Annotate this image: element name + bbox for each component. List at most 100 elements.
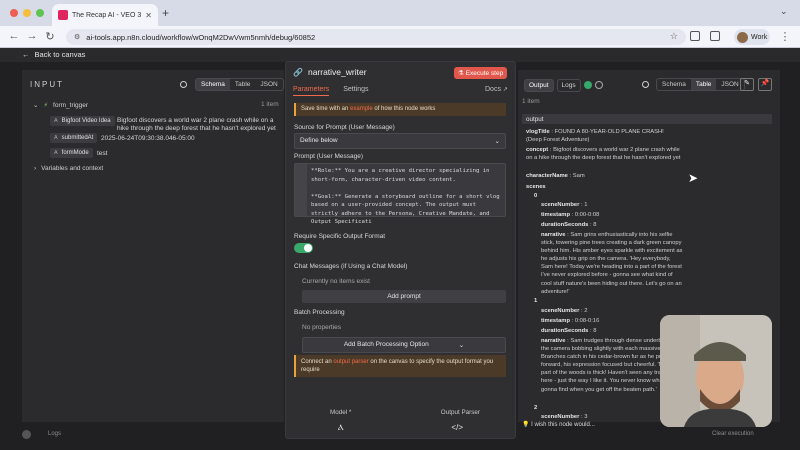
editor-gutter bbox=[295, 164, 307, 216]
input-view-json[interactable]: JSON bbox=[255, 79, 282, 90]
profile-button[interactable]: Work bbox=[734, 29, 770, 45]
url-bar[interactable]: ⚙ ai-tools.app.n8n.cloud/workflow/wOnqM2… bbox=[66, 29, 686, 45]
bookmark-star-icon[interactable]: ☆ bbox=[670, 31, 678, 42]
field-tag[interactable]: A submittedAt bbox=[50, 133, 98, 143]
maximize-window-button[interactable] bbox=[36, 9, 44, 17]
scene-index: 0 bbox=[534, 193, 538, 199]
source-select[interactable]: Define below ⌄ bbox=[294, 133, 506, 149]
back-to-canvas-button[interactable]: ← Back to canvas bbox=[22, 50, 85, 59]
chat-messages-label: Chat Messages (if Using a Chat Model) bbox=[294, 263, 408, 270]
output-table-header: output bbox=[522, 114, 772, 124]
field-tag[interactable]: A Bigfoot Video Idea bbox=[50, 116, 115, 126]
new-tab-icon[interactable]: + bbox=[162, 6, 169, 20]
key-label: sceneNumber bbox=[541, 308, 580, 314]
extensions-icon[interactable] bbox=[690, 31, 700, 41]
field-value: 2025-06-24T09:30:38.046-05:00 bbox=[101, 135, 195, 142]
key-label: timestamp bbox=[541, 318, 570, 324]
chevron-down-icon: ⌄ bbox=[33, 102, 39, 109]
tab-logs[interactable]: Logs bbox=[556, 79, 581, 92]
example-link[interactable]: example bbox=[350, 106, 373, 112]
close-tab-icon[interactable]: ✕ bbox=[145, 11, 152, 20]
duration-row: durationSeconds : 8 bbox=[541, 328, 597, 334]
info-icon[interactable] bbox=[594, 81, 603, 89]
output-vlog-title: vlogTitle : FOUND A 80-YEAR-OLD PLANE CR… bbox=[526, 129, 664, 144]
variables-label: Variables and context bbox=[41, 165, 104, 172]
edit-output-icon[interactable]: ✎ bbox=[740, 78, 754, 91]
key-label: vlogTitle bbox=[526, 129, 550, 135]
tab-title: The Recap AI - VEO 3 Bigf bbox=[72, 11, 142, 19]
output-view-table[interactable]: Table bbox=[690, 79, 717, 90]
key-label: narrative bbox=[541, 338, 566, 344]
timestamp-row: timestamp : 0:08-0:16 bbox=[541, 318, 600, 324]
variables-context-toggle[interactable]: › Variables and context bbox=[34, 165, 103, 172]
output-search-icon[interactable] bbox=[642, 81, 649, 88]
node-name: form_trigger bbox=[53, 101, 89, 109]
docs-link[interactable]: Docs ↗ bbox=[485, 86, 508, 93]
value-text: 2 bbox=[584, 308, 588, 314]
field-name: formMode bbox=[61, 150, 89, 156]
key-label: sceneNumber bbox=[541, 202, 580, 208]
chevron-down-icon: ⌄ bbox=[494, 138, 500, 145]
node-title[interactable]: narrative_writer bbox=[308, 67, 367, 77]
source-value: Define below bbox=[300, 137, 338, 144]
input-view-switcher: Schema Table JSON bbox=[195, 78, 284, 91]
field-tag[interactable]: A formMode bbox=[50, 148, 93, 158]
tab-search-icon[interactable]: ⌄ bbox=[780, 6, 788, 17]
add-prompt-button[interactable]: Add prompt bbox=[302, 290, 506, 303]
browser-menu-icon[interactable]: ⋮ bbox=[779, 30, 791, 43]
url-text: ai-tools.app.n8n.cloud/workflow/wOnqM2Dw… bbox=[86, 32, 316, 42]
output-concept: concept : Bigfoot discovers a world war … bbox=[526, 147, 681, 162]
logs-toggle[interactable]: Logs bbox=[48, 431, 61, 437]
reload-icon[interactable]: ↻ bbox=[44, 30, 56, 43]
tab-favicon-icon bbox=[58, 10, 68, 20]
link-icon: 🔗 bbox=[293, 67, 303, 77]
output-view-schema[interactable]: Schema bbox=[657, 79, 691, 90]
timestamp-row: timestamp : 0:00-0:08 bbox=[541, 212, 600, 218]
search-icon[interactable] bbox=[180, 81, 187, 88]
back-icon[interactable]: ← bbox=[8, 30, 20, 42]
prompt-label: Prompt (User Message) bbox=[294, 153, 363, 160]
node-settings-panel bbox=[285, 61, 516, 439]
input-panel-title: INPUT bbox=[30, 80, 64, 89]
browser-tab[interactable]: The Recap AI - VEO 3 Bigf ✕ bbox=[52, 4, 158, 26]
input-view-schema[interactable]: Schema bbox=[196, 79, 230, 90]
execute-step-button[interactable]: ⚗ Execute step bbox=[454, 67, 507, 79]
field-name: Bigfoot Video Idea bbox=[61, 118, 111, 124]
notice-text: Connect an bbox=[301, 359, 334, 365]
success-check-icon bbox=[583, 81, 592, 89]
value-text: 8 bbox=[593, 222, 597, 228]
value-text: 0:08-0:16 bbox=[574, 318, 600, 324]
chat-empty-text: Currently no items exist bbox=[302, 278, 370, 285]
sidepanel-icon[interactable] bbox=[710, 31, 720, 41]
trigger-icon: ⚡ bbox=[43, 102, 49, 109]
value-text: 8 bbox=[593, 328, 597, 334]
prompt-editor[interactable]: **Role:** You are a creative director sp… bbox=[294, 163, 506, 225]
site-info-icon[interactable]: ⚙ bbox=[74, 33, 80, 41]
value-text: Sam grins enthusiastically into his self… bbox=[541, 232, 683, 295]
value-text: 3 bbox=[584, 414, 588, 420]
node-tree-item[interactable]: ⌄ ⚡ form_trigger bbox=[33, 101, 89, 110]
tab-parameters[interactable]: Parameters bbox=[293, 86, 330, 96]
pin-data-icon[interactable]: 📌 bbox=[758, 78, 772, 91]
string-type-icon: A bbox=[54, 118, 58, 124]
input-view-table[interactable]: Table bbox=[230, 79, 256, 90]
output-item-count: 1 item bbox=[522, 98, 540, 105]
back-to-canvas-label: Back to canvas bbox=[34, 50, 86, 59]
clear-execution-button[interactable]: Clear execution bbox=[712, 431, 754, 437]
close-window-button[interactable] bbox=[10, 9, 18, 17]
tab-settings[interactable]: Settings bbox=[343, 86, 368, 96]
output-character-name: characterName : Sam bbox=[526, 173, 585, 179]
tip-text-end: of how this node works bbox=[372, 106, 436, 112]
forward-icon[interactable]: → bbox=[26, 30, 38, 42]
avatar[interactable] bbox=[22, 430, 31, 439]
tab-output[interactable]: Output bbox=[524, 79, 554, 92]
external-link-icon: ↗ bbox=[502, 87, 508, 93]
scene-number-row: sceneNumber : 2 bbox=[541, 308, 588, 314]
arrow-left-icon: ← bbox=[22, 50, 30, 59]
require-format-toggle[interactable] bbox=[294, 243, 313, 253]
feedback-prompt[interactable]: 💡 I wish this node would... bbox=[522, 421, 595, 428]
minimize-window-button[interactable] bbox=[23, 9, 31, 17]
add-batch-option-select[interactable]: Add Batch Processing Option ⌄ bbox=[302, 337, 506, 353]
output-parser-link[interactable]: output parser bbox=[333, 359, 368, 365]
output-parser-notice: Connect an output parser on the canvas t… bbox=[294, 355, 506, 377]
